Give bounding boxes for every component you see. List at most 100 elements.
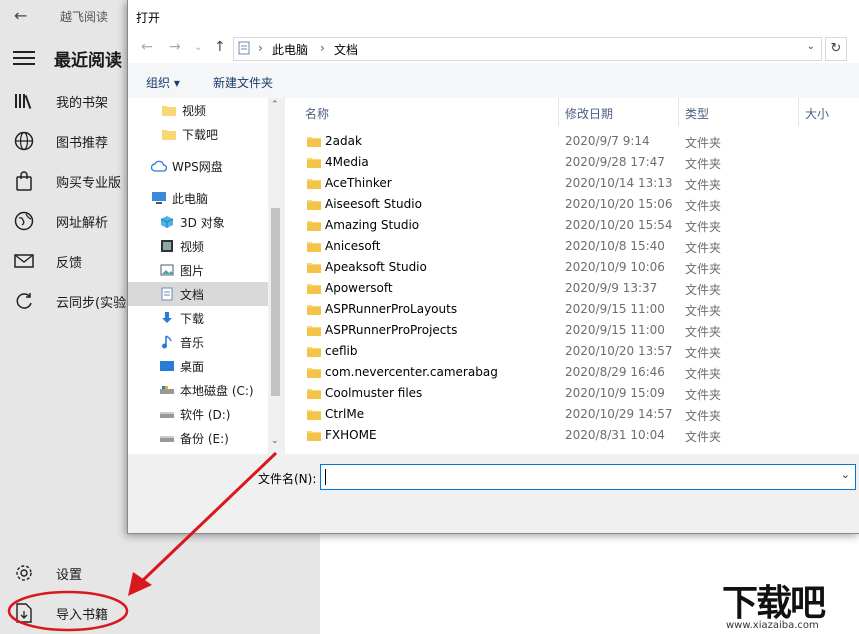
filename-dropdown-icon[interactable]: ⌄ [841, 468, 850, 481]
column-header-size[interactable]: 大小 [805, 105, 829, 122]
file-type: 文件夹 [685, 430, 722, 444]
file-type: 文件夹 [685, 220, 722, 234]
filename-area: 文件名(N): ⌄ [128, 455, 859, 533]
sidebar-item-bookshelf[interactable]: 我的书架 [0, 81, 140, 121]
column-divider[interactable] [678, 98, 679, 126]
file-name: Anicesoft [325, 239, 381, 253]
up-arrow-icon[interactable]: ↑ [214, 39, 226, 55]
folder-icon [307, 387, 321, 399]
file-name: AceThinker [325, 176, 392, 190]
file-name: ASPRunnerProLayouts [325, 302, 458, 316]
file-date: 2020/10/9 10:06 [565, 260, 665, 274]
new-folder-button[interactable]: 新建文件夹 [213, 74, 273, 91]
forward-arrow-icon[interactable]: → [169, 39, 181, 55]
file-row[interactable]: com.nevercenter.camerabag 2020/8/29 16:46… [285, 362, 859, 383]
app-sidebar-extension [128, 533, 320, 634]
sidebar-item-import-books[interactable]: 导入书籍 [0, 593, 140, 633]
breadcrumb-this-pc[interactable]: 此电脑 [272, 41, 308, 58]
folder-icon [307, 135, 321, 147]
file-type: 文件夹 [685, 409, 722, 423]
open-file-dialog: 打开 ← → ⌄ ↑ › 此电脑 › 文档 ⌄ ↻ 组织 ▾ 新建文件夹 视频 … [127, 0, 859, 534]
drive-icon [158, 406, 176, 422]
sidebar-item-settings[interactable]: 设置 [0, 553, 140, 593]
file-row[interactable]: Apeaksoft Studio 2020/10/9 10:06 文件夹 [285, 257, 859, 278]
breadcrumb-separator-icon: › [258, 41, 263, 55]
file-row[interactable]: AceThinker 2020/10/14 13:13 文件夹 [285, 173, 859, 194]
menu-header[interactable]: 最近阅读 [0, 38, 140, 78]
recent-locations-icon[interactable]: ⌄ [194, 42, 202, 53]
column-header-type[interactable]: 类型 [685, 105, 709, 122]
breadcrumb-separator-icon: › [320, 41, 325, 55]
sidebar-item-recommend[interactable]: 图书推荐 [0, 121, 140, 161]
refresh-button[interactable]: ↻ [825, 37, 847, 61]
folder-icon [307, 261, 321, 273]
menu-header-label: 最近阅读 [54, 50, 122, 71]
file-row[interactable]: Apowersoft 2020/9/9 13:37 文件夹 [285, 278, 859, 299]
column-divider[interactable] [798, 98, 799, 126]
dialog-titlebar[interactable]: 打开 [128, 0, 859, 33]
sidebar-item-url-parse[interactable]: 网址解析 [0, 201, 140, 241]
file-type: 文件夹 [685, 199, 722, 213]
file-row[interactable]: 4Media 2020/9/28 17:47 文件夹 [285, 152, 859, 173]
file-type: 文件夹 [685, 325, 722, 339]
file-date: 2020/9/15 11:00 [565, 323, 665, 337]
web-icon [12, 209, 36, 233]
refresh-icon: ↻ [830, 41, 842, 56]
file-row[interactable]: Aiseesoft Studio 2020/10/20 15:06 文件夹 [285, 194, 859, 215]
hamburger-menu-icon[interactable] [12, 46, 36, 70]
desktop-icon [158, 358, 176, 374]
file-name: Amazing Studio [325, 218, 420, 232]
column-header-name[interactable]: 名称 [305, 105, 329, 122]
breadcrumb-documents[interactable]: 文档 [334, 41, 358, 58]
sidebar-item-cloud-sync[interactable]: 云同步(实验 [0, 281, 140, 321]
file-row[interactable]: 2adak 2020/9/7 9:14 文件夹 [285, 131, 859, 152]
file-row[interactable]: FXHOME 2020/8/31 10:04 文件夹 [285, 425, 859, 446]
scroll-up-icon[interactable]: ⌃ [271, 100, 279, 110]
filename-input[interactable]: ⌄ [320, 464, 856, 490]
watermark-text: 下载吧 [722, 583, 826, 624]
organize-button[interactable]: 组织 ▾ [146, 74, 180, 91]
folder-icon [307, 324, 321, 336]
navigation-pane: 视频 下载吧 WPS网盘 此电脑 3D 对象 视频 图片 文档 下载 音乐 桌面… [128, 98, 283, 454]
cloud-icon [150, 158, 168, 174]
file-row[interactable]: Amazing Studio 2020/10/20 15:54 文件夹 [285, 215, 859, 236]
watermark-logo: 下载吧 www.xiazaiba.com [722, 574, 859, 634]
folder-icon [307, 177, 321, 189]
file-name: Apowersoft [325, 281, 393, 295]
file-date: 2020/10/8 15:40 [565, 239, 665, 253]
scroll-down-icon[interactable]: ⌄ [271, 436, 279, 446]
cube-icon [158, 214, 176, 230]
column-header-date[interactable]: 修改日期 [565, 105, 613, 122]
sidebar-item-buy-pro[interactable]: 购买专业版 [0, 161, 140, 201]
document-location-icon [238, 41, 250, 59]
drive-icon [158, 430, 176, 446]
sidebar-item-feedback[interactable]: 反馈 [0, 241, 140, 281]
nav-scrollbar-thumb[interactable] [271, 208, 280, 396]
address-bar[interactable]: › 此电脑 › 文档 ⌄ [233, 37, 822, 61]
video-icon [158, 238, 176, 254]
back-arrow-icon[interactable]: ← [14, 6, 34, 26]
file-row[interactable]: ASPRunnerProLayouts 2020/9/15 11:00 文件夹 [285, 299, 859, 320]
file-row[interactable]: ceflib 2020/10/20 13:57 文件夹 [285, 341, 859, 362]
folder-icon [307, 240, 321, 252]
back-arrow-icon[interactable]: ← [141, 39, 153, 55]
file-date: 2020/9/15 11:00 [565, 302, 665, 316]
file-row[interactable]: Coolmuster files 2020/10/9 15:09 文件夹 [285, 383, 859, 404]
file-name: Coolmuster files [325, 386, 423, 400]
file-date: 2020/9/9 13:37 [565, 281, 658, 295]
sync-icon [12, 289, 36, 313]
address-row: ← → ⌄ ↑ › 此电脑 › 文档 ⌄ ↻ [128, 33, 859, 63]
file-row[interactable]: CtrlMe 2020/10/29 14:57 文件夹 [285, 404, 859, 425]
nav-item-documents[interactable]: 文档 [128, 282, 268, 306]
folder-icon [307, 345, 321, 357]
address-dropdown-icon[interactable]: ⌄ [807, 41, 815, 52]
app-title: 越飞阅读 [60, 10, 109, 24]
file-name: Aiseesoft Studio [325, 197, 422, 211]
file-name: com.nevercenter.camerabag [325, 365, 498, 379]
file-row[interactable]: ASPRunnerProProjects 2020/9/15 11:00 文件夹 [285, 320, 859, 341]
file-date: 2020/9/28 17:47 [565, 155, 665, 169]
column-divider[interactable] [558, 98, 559, 126]
file-type: 文件夹 [685, 367, 722, 381]
file-row[interactable]: Anicesoft 2020/10/8 15:40 文件夹 [285, 236, 859, 257]
filename-label: 文件名(N): [258, 472, 317, 486]
